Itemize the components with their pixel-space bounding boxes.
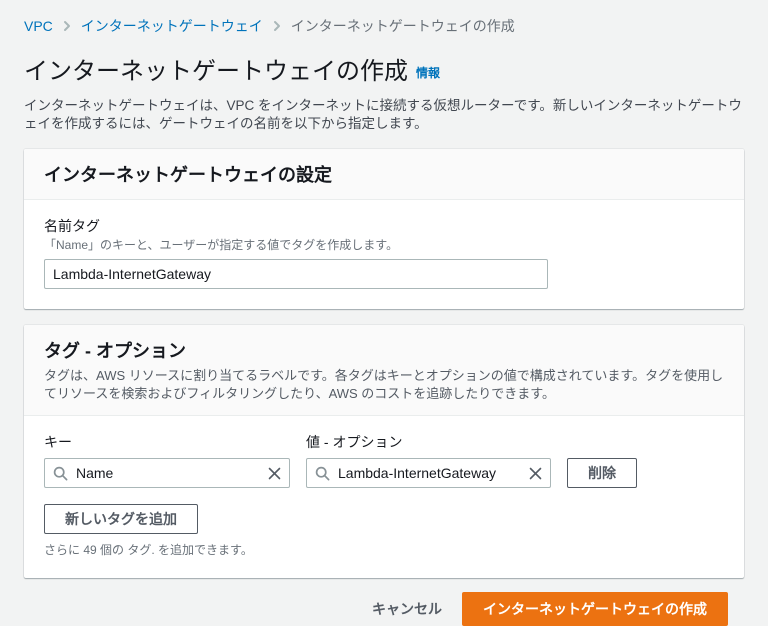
tags-card: タグ - オプション タグは、AWS リソースに割り当てるラベルです。各タグはキ… (24, 325, 744, 578)
igw-settings-card-title: インターネットゲートウェイの設定 (44, 165, 332, 185)
tags-card-title: タグ - オプション (44, 341, 186, 361)
igw-settings-card-header: インターネットゲートウェイの設定 (24, 149, 744, 200)
name-tag-label: 名前タグ (44, 218, 100, 234)
chevron-right-icon (62, 20, 72, 32)
igw-settings-card: インターネットゲートウェイの設定 名前タグ 「Name」のキーと、ユーザーが指定… (24, 149, 744, 309)
form-actions: キャンセル インターネットゲートウェイの作成 (24, 592, 728, 626)
remove-tag-button[interactable]: 削除 (567, 458, 637, 488)
name-tag-input[interactable] (44, 259, 548, 289)
tag-value-input[interactable] (306, 458, 551, 488)
tag-value-field (306, 458, 551, 488)
tags-card-header: タグ - オプション タグは、AWS リソースに割り当てるラベルです。各タグはキ… (24, 325, 744, 416)
clear-key-icon[interactable] (264, 463, 284, 483)
tags-card-body: キー 値 - オプション (24, 416, 744, 578)
breadcrumb: VPC インターネットゲートウェイ インターネットゲートウェイの作成 (24, 16, 744, 36)
tag-value-label: 値 - オプション (306, 434, 403, 450)
page-title-text: インターネットゲートウェイの作成 (24, 58, 408, 85)
page-description: インターネットゲートウェイは、VPC をインターネットに接続する仮想ルーターです… (24, 98, 742, 131)
breadcrumb-link-vpc[interactable]: VPC (24, 16, 53, 36)
breadcrumb-link-internet-gateways[interactable]: インターネットゲートウェイ (81, 16, 263, 36)
igw-settings-card-body: 名前タグ 「Name」のキーと、ユーザーが指定する値でタグを作成します。 (24, 200, 744, 309)
page-title: インターネットゲートウェイの作成 情報 (24, 56, 744, 89)
clear-value-icon[interactable] (525, 463, 545, 483)
tags-card-description: タグは、AWS リソースに割り当てるラベルです。各タグはキーとオプションの値で構… (44, 368, 724, 401)
create-internet-gateway-button[interactable]: インターネットゲートウェイの作成 (462, 592, 728, 626)
tag-key-input[interactable] (44, 458, 290, 488)
tag-key-field (44, 458, 290, 488)
tag-row: キー 値 - オプション (44, 432, 724, 488)
tag-value-column: 値 - オプション (306, 432, 551, 488)
breadcrumb-current: インターネットゲートウェイの作成 (290, 18, 515, 34)
tag-key-label: キー (44, 434, 72, 450)
tag-key-column: キー (44, 432, 290, 488)
create-internet-gateway-page: VPC インターネットゲートウェイ インターネットゲートウェイの作成 インターネ… (0, 16, 768, 626)
tags-remaining-note: さらに 49 個の タグ. を追加できます。 (44, 543, 253, 557)
add-new-tag-button[interactable]: 新しいタグを追加 (44, 504, 198, 534)
name-tag-help-text: 「Name」のキーと、ユーザーが指定する値でタグを作成します。 (44, 238, 399, 252)
chevron-right-icon (272, 20, 282, 32)
info-link[interactable]: 情報 (416, 66, 440, 80)
